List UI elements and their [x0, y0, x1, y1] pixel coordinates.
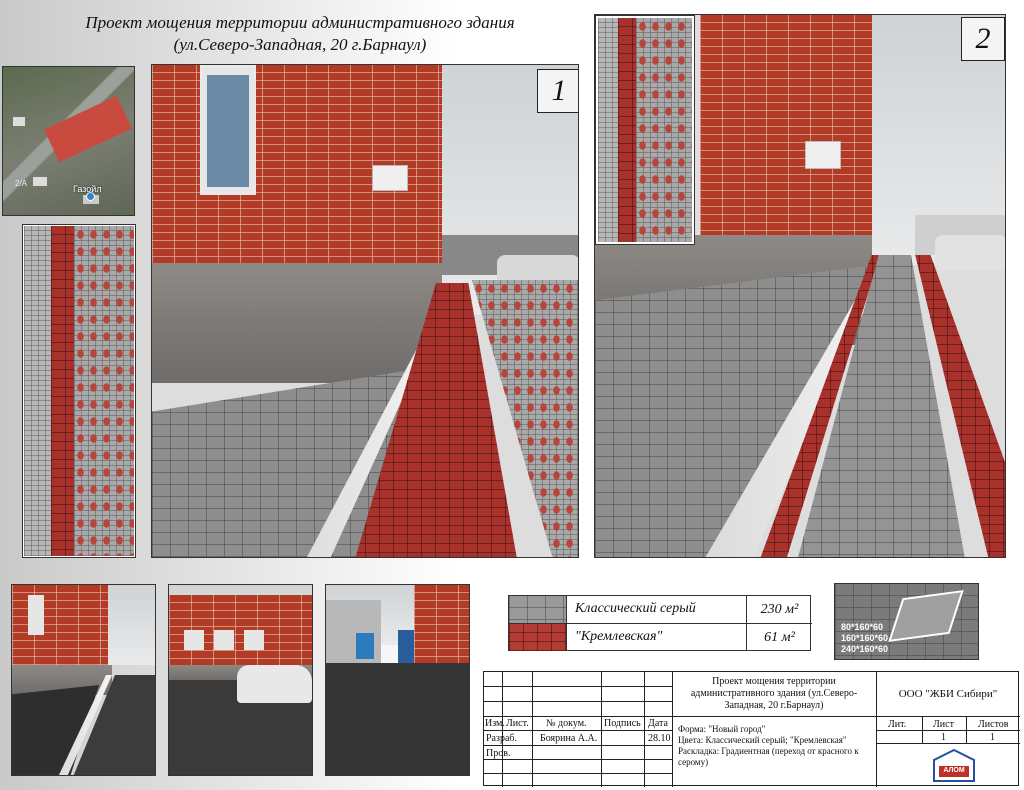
- tile-size-label: 160*160*60: [841, 633, 889, 643]
- legend-material-name: "Кремлевская": [575, 629, 663, 644]
- existing-site-photo-3: [325, 584, 470, 776]
- stamp-header-doc: № докум.: [546, 718, 587, 729]
- legend-swatch-gray: [509, 596, 567, 623]
- stamp-project-title: Проект мощения территории административн…: [690, 676, 858, 711]
- stamp-role-checker: Пров.: [486, 748, 511, 759]
- visualization-view-1: 1: [151, 64, 579, 558]
- existing-site-photo-2: [168, 584, 313, 776]
- legend-row: Классический серый 230 м²: [509, 596, 812, 624]
- stamp-sheet-label: Лист: [933, 719, 954, 730]
- company-logo: АЛОМ: [930, 748, 978, 784]
- legend-material-area: 61 м²: [746, 624, 812, 651]
- stamp-form: Форма: "Новый город": [678, 724, 766, 734]
- title-line-2: (ул.Северо-Западная, 20 г.Барнаул): [173, 35, 427, 54]
- stamp-developer-date: 28.10: [648, 733, 671, 744]
- sheet-title: Проект мощения территории административн…: [30, 12, 570, 56]
- stamp-sheet-value: 1: [941, 732, 946, 743]
- stamp-header-sheet: Лист.: [506, 718, 529, 729]
- tile-size-label: 240*160*60: [841, 644, 889, 654]
- stamp-company: ООО "ЖБИ Сибири": [898, 688, 998, 700]
- view-number-1: 1: [537, 69, 578, 113]
- logo-text: АЛОМ: [943, 767, 965, 774]
- legend-material-area: 230 м²: [746, 596, 812, 623]
- legend-material-name: Классический серый: [575, 601, 696, 616]
- title-line-1: Проект мощения территории административн…: [85, 13, 515, 32]
- stamp-header-change: Изм.: [485, 718, 505, 729]
- view-number-2: 2: [961, 17, 1005, 61]
- tile-size-sample: 80*160*60 160*160*60 240*160*60: [834, 583, 979, 660]
- location-map: Газойл 2/А: [2, 66, 135, 216]
- drawing-title-block: Изм. Лист. № докум. Подпись Дата Разраб.…: [483, 671, 1020, 787]
- map-number-label: 2/А: [15, 179, 28, 188]
- material-legend: Классический серый 230 м² "Кремлевская" …: [508, 595, 812, 652]
- stamp-role-developer: Разраб.: [486, 733, 517, 744]
- paving-layout-scheme-2: [595, 15, 695, 245]
- stamp-layout: Раскладка: Градиентная (переход от красн…: [678, 746, 859, 767]
- stamp-header-signature: Подпись: [604, 718, 641, 729]
- legend-swatch-red: [509, 624, 567, 651]
- stamp-header-date: Дата: [648, 718, 668, 729]
- stamp-lit-label: Лит.: [888, 719, 907, 730]
- stamp-developer-name: Боярина А.А.: [540, 733, 598, 744]
- legend-row: "Кремлевская" 61 м²: [509, 624, 812, 652]
- visualization-view-2: 2: [594, 14, 1006, 558]
- existing-site-photo-1: [11, 584, 156, 776]
- paving-layout-scheme-1: [22, 224, 136, 558]
- stamp-colors: Цвета: Классический серый; "Кремлевская": [678, 735, 847, 745]
- stamp-sheets-value: 1: [990, 732, 995, 743]
- map-poi-label: Газойл: [73, 184, 102, 194]
- tile-size-label: 80*160*60: [841, 622, 884, 632]
- stamp-sheets-label: Листов: [978, 719, 1009, 730]
